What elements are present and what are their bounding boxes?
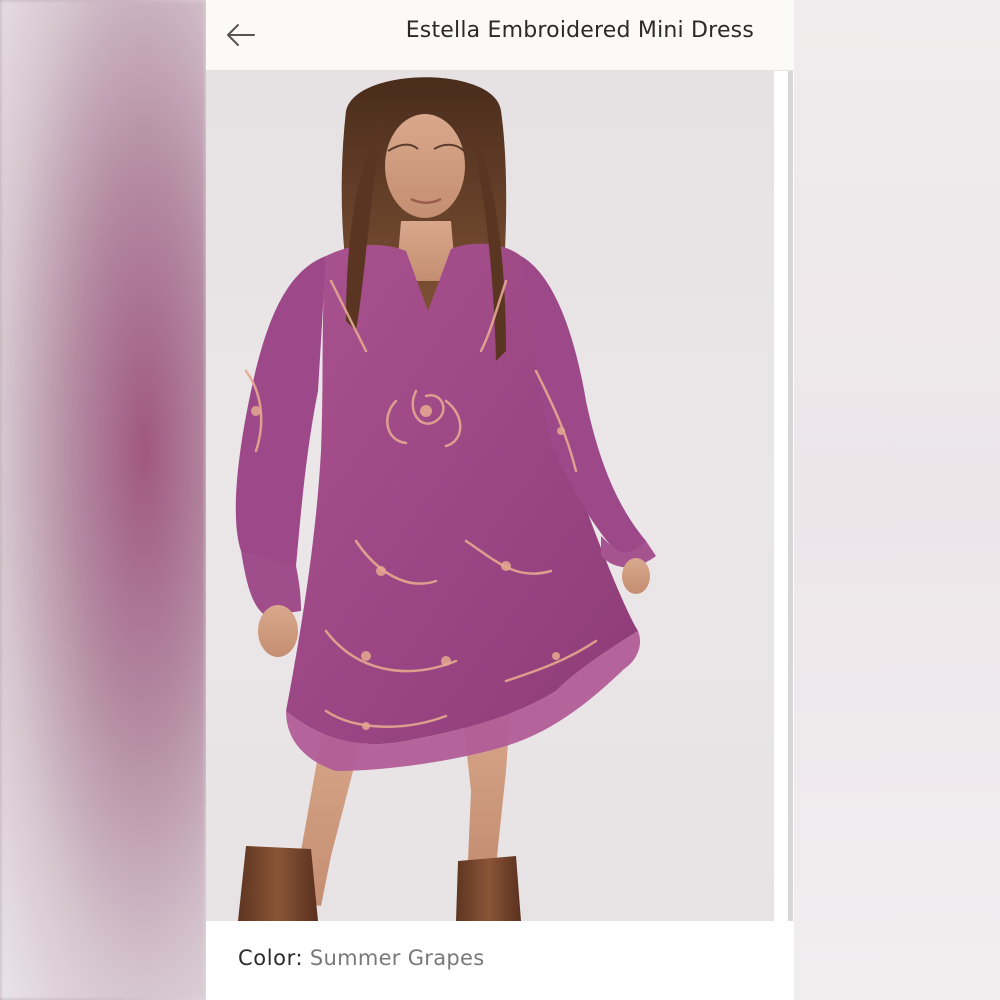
page-title: Estella Embroidered Mini Dress <box>405 18 754 43</box>
blurred-backdrop-left <box>0 0 206 1000</box>
back-button[interactable] <box>224 18 258 52</box>
scrollbar-thumb[interactable] <box>788 71 793 921</box>
product-info: Color: Summer Grapes <box>206 922 794 1000</box>
color-selection: Color: Summer Grapes <box>238 946 484 970</box>
blurred-backdrop-right <box>794 0 1000 1000</box>
product-screen: Estella Embroidered Mini Dress Color: Su… <box>206 0 794 1000</box>
top-bar: Estella Embroidered Mini Dress <box>206 0 794 71</box>
color-value: Summer Grapes <box>309 946 485 970</box>
product-image[interactable] <box>206 71 774 921</box>
model-photo <box>235 77 656 921</box>
arrow-left-icon <box>227 24 255 46</box>
color-label: Color: <box>238 946 304 970</box>
